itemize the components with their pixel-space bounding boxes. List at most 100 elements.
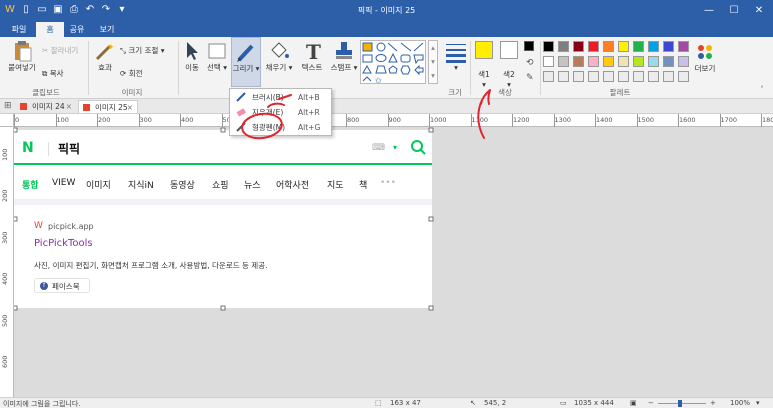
rotate-label: 회전 bbox=[128, 69, 143, 78]
group-label-color: 색상 bbox=[498, 88, 512, 97]
palette-swatch[interactable] bbox=[588, 56, 599, 67]
zoom-dropdown-icon[interactable]: ▾ bbox=[756, 399, 760, 407]
tab-home[interactable]: 홈 bbox=[36, 22, 64, 37]
resize-button[interactable]: ⤡ 크기 조절 ▾ bbox=[120, 45, 176, 56]
color2-swatch bbox=[500, 41, 518, 59]
palette-swatch[interactable] bbox=[543, 41, 554, 52]
palette-swatch-empty[interactable] bbox=[543, 71, 554, 82]
copy-button[interactable]: ⧉ 복사 bbox=[42, 68, 90, 79]
shape-gallery-scroll[interactable]: ▴ ▾ ▾ bbox=[428, 40, 438, 84]
palette-swatch[interactable] bbox=[558, 56, 569, 67]
paste-icon bbox=[15, 41, 32, 62]
draw-button[interactable]: 그리기 ▾ bbox=[231, 37, 261, 87]
zoom-slider[interactable] bbox=[658, 400, 706, 407]
selection-rect-icon bbox=[208, 43, 226, 59]
palette-swatch-empty[interactable] bbox=[663, 71, 674, 82]
zoom-slider-thumb[interactable] bbox=[678, 400, 682, 407]
palette-swatch-empty[interactable] bbox=[603, 71, 614, 82]
close-tab-icon[interactable]: × bbox=[66, 100, 72, 113]
palette-swatch[interactable] bbox=[603, 56, 614, 67]
palette-swatch-empty[interactable] bbox=[573, 71, 584, 82]
size-button[interactable]: ▾ bbox=[442, 41, 470, 72]
zoom-out-button[interactable]: − bbox=[648, 399, 654, 407]
palette-swatch[interactable] bbox=[678, 41, 689, 52]
ruler-tick: 100 bbox=[56, 116, 69, 124]
ruler-tick: 600 bbox=[1, 355, 9, 368]
palette-swatch-empty[interactable] bbox=[618, 71, 629, 82]
paste-button[interactable]: 붙여넣기 bbox=[6, 40, 38, 73]
minimize-button[interactable]: — bbox=[697, 0, 721, 22]
group-label-clipboard: 클립보드 bbox=[32, 88, 60, 97]
menu-item-eraser[interactable]: 지우개(E) Alt+R bbox=[230, 105, 333, 120]
zoom-level: 100% bbox=[730, 399, 751, 407]
collapse-ribbon-icon[interactable]: ˄ bbox=[760, 85, 764, 94]
close-tab-icon[interactable]: × bbox=[127, 101, 133, 114]
vertical-ruler: 100 200 300 400 500 600 bbox=[0, 127, 14, 397]
palette-swatch[interactable] bbox=[633, 41, 644, 52]
ribbon: 붙여넣기 ✂ 잘라내기 ⧉ 복사 클립보드 ✦ 효과 ⤡ 크기 조절 ▾ ⟳ 회… bbox=[0, 37, 773, 99]
palette-swatch[interactable] bbox=[558, 41, 569, 52]
move-button[interactable]: 이동 bbox=[180, 40, 204, 73]
palette-swatch[interactable] bbox=[573, 41, 584, 52]
cut-button[interactable]: ✂ 잘라내기 bbox=[42, 45, 90, 56]
rotate-button[interactable]: ⟳ 회전 bbox=[120, 68, 160, 79]
shape-gallery[interactable]: ✩ bbox=[360, 40, 426, 85]
ribbon-separator bbox=[178, 41, 179, 95]
palette-swatch[interactable] bbox=[543, 56, 554, 67]
palette-swatch[interactable] bbox=[618, 41, 629, 52]
cursor-icon: ↖ bbox=[470, 399, 476, 407]
tab-view[interactable]: 보기 bbox=[92, 22, 122, 37]
palette-swatch[interactable] bbox=[603, 41, 614, 52]
palette-swatch[interactable] bbox=[648, 41, 659, 52]
menu-item-highlighter[interactable]: 형광펜(M) Alt+G bbox=[230, 120, 333, 135]
color-palette bbox=[543, 41, 693, 85]
effect-button[interactable]: ✦ 효과 bbox=[92, 40, 118, 73]
selection-handles[interactable] bbox=[14, 127, 444, 313]
palette-swatch[interactable] bbox=[663, 41, 674, 52]
palette-swatch[interactable] bbox=[648, 56, 659, 67]
fill-button[interactable]: 채우기 ▾ bbox=[264, 40, 294, 73]
svg-text:T: T bbox=[306, 40, 321, 62]
ruler-tick: 400 bbox=[1, 272, 9, 285]
palette-swatch-empty[interactable] bbox=[588, 71, 599, 82]
tab-file[interactable]: 파일 bbox=[4, 22, 34, 37]
color2-button[interactable]: 색2 ▾ bbox=[498, 41, 520, 89]
palette-swatch[interactable] bbox=[663, 56, 674, 67]
color1-button[interactable]: 색1 ▾ bbox=[473, 41, 495, 89]
swap-black-icon[interactable] bbox=[524, 41, 534, 51]
menu-bar: 파일 홈 공유 보기 bbox=[0, 22, 773, 37]
palette-swatch[interactable] bbox=[678, 56, 689, 67]
scissors-icon: ✂ bbox=[42, 46, 49, 55]
status-bar: 이미지에 그림을 그립니다. ⬚ 163 x 47 ↖ 545, 2 ▭ 103… bbox=[0, 397, 773, 408]
fit-icon[interactable]: ▣ bbox=[630, 399, 637, 407]
palette-swatch[interactable] bbox=[633, 56, 644, 67]
select-button[interactable]: 선택 ▾ bbox=[206, 40, 228, 73]
swap-colors-icon[interactable]: ⟲ bbox=[526, 58, 534, 68]
stamp-button[interactable]: 스탬프 ▾ bbox=[329, 40, 359, 73]
svg-text:✦: ✦ bbox=[107, 43, 115, 53]
text-button[interactable]: T 텍스트 bbox=[297, 40, 327, 73]
more-colors-button[interactable]: 더보기 bbox=[692, 41, 718, 74]
tab-share[interactable]: 공유 bbox=[64, 22, 90, 37]
palette-swatch[interactable] bbox=[588, 41, 599, 52]
canvas-area[interactable]: N 픽픽 ⌨ ▾ 통합 VIEW 이미지 지식iN 동영상 쇼핑 뉴스 어학사전 지도 책 ••• … bbox=[14, 127, 773, 397]
draw-label: 그리기 bbox=[232, 64, 254, 73]
ruler-tick: 1300 bbox=[554, 116, 572, 124]
palette-swatch-empty[interactable] bbox=[558, 71, 569, 82]
tab-grid-icon[interactable]: ⊞ bbox=[4, 101, 12, 111]
maximize-button[interactable]: ☐ bbox=[722, 0, 746, 22]
ruler-tick: 500 bbox=[1, 314, 9, 327]
palette-swatch[interactable] bbox=[618, 56, 629, 67]
palette-swatch[interactable] bbox=[573, 56, 584, 67]
palette-swatch-empty[interactable] bbox=[648, 71, 659, 82]
close-button[interactable]: ✕ bbox=[747, 0, 771, 22]
palette-swatch-empty[interactable] bbox=[678, 71, 689, 82]
line-width-icon bbox=[446, 44, 466, 63]
menu-item-brush[interactable]: 브러시(B) Alt+B bbox=[230, 90, 333, 105]
doc-tab-image24[interactable]: 이미지 24 × bbox=[16, 100, 76, 113]
doc-tab-image25[interactable]: 이미지 25 × bbox=[78, 100, 138, 113]
ruler-tick: 300 bbox=[1, 231, 9, 244]
zoom-in-button[interactable]: + bbox=[710, 399, 716, 407]
palette-swatch-empty[interactable] bbox=[633, 71, 644, 82]
eyedropper-icon[interactable]: ✎ bbox=[526, 73, 534, 83]
